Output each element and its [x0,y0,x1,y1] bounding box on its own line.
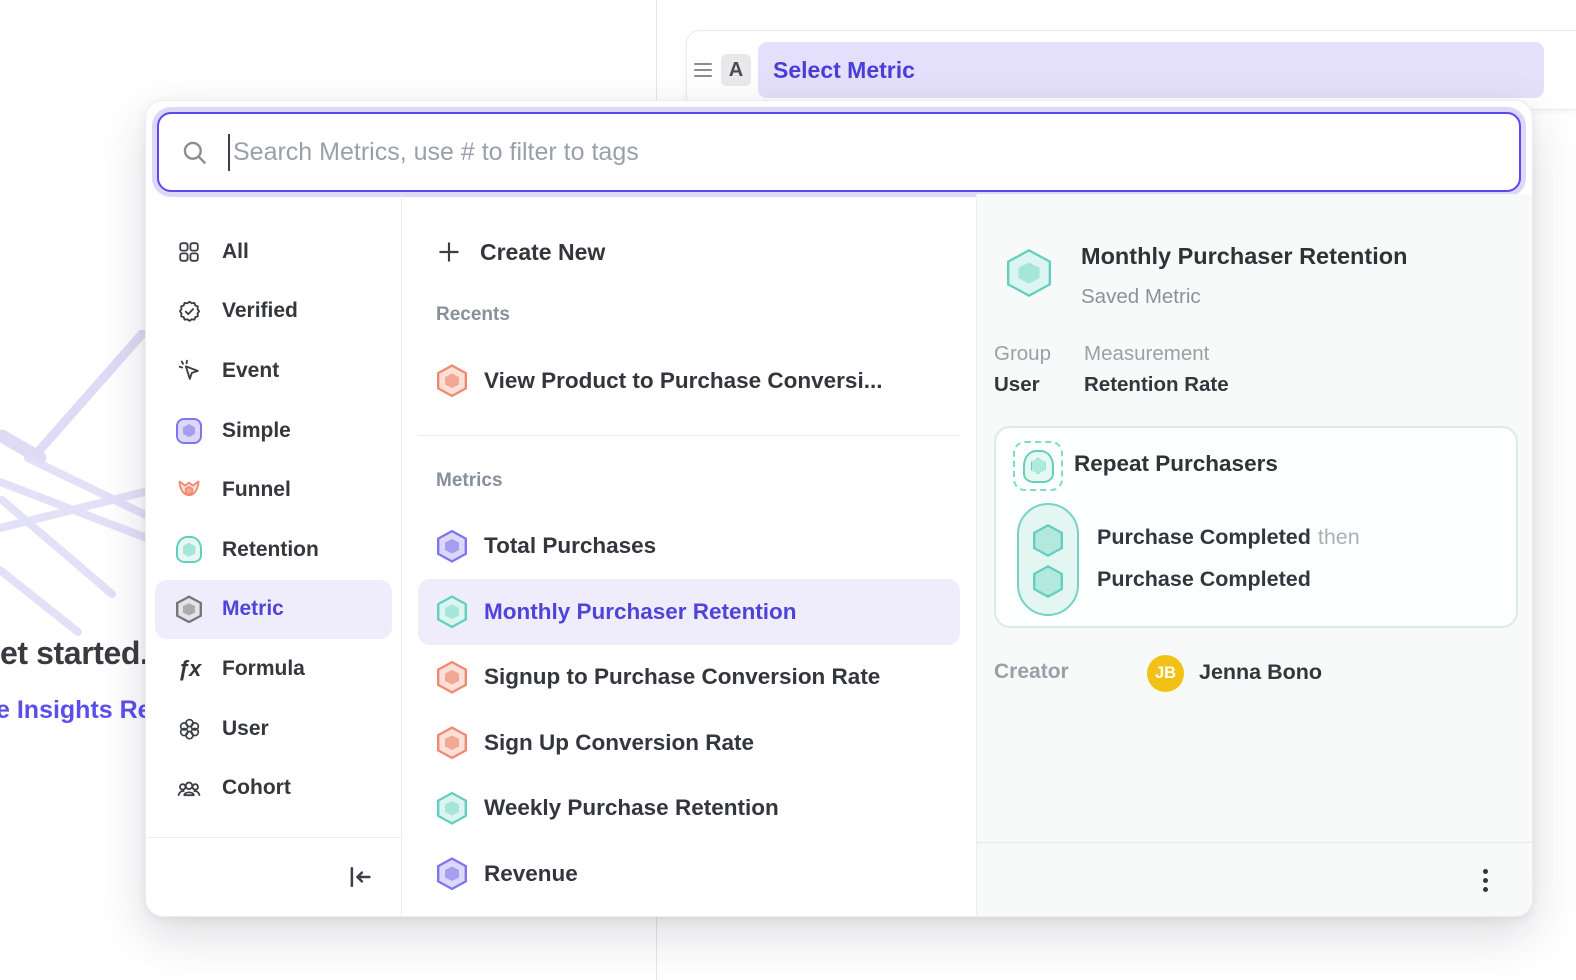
drag-handle-icon[interactable] [694,63,712,77]
sidebar-item-label: Event [222,359,279,383]
sidebar-item-event[interactable]: Event [155,341,392,401]
metric-label: Weekly Purchase Retention [484,795,779,821]
funnel-icon [176,477,202,503]
sidebar-item-label: All [222,240,249,264]
sidebar-item-formula[interactable]: ƒx Formula [155,639,392,699]
metric-list-item-selected[interactable]: Monthly Purchaser Retention [418,579,960,645]
verified-icon [176,298,202,324]
sidebar-item-retention[interactable]: Retention [155,520,392,580]
metric-list-item[interactable]: Revenue [418,841,960,907]
search-box [157,112,1521,192]
sidebar-item-all[interactable]: All [155,222,392,282]
retention-step-icon [1013,441,1063,491]
sidebar-footer [146,837,401,916]
detail-footer [977,842,1532,916]
sidebar-item-cohort[interactable]: Cohort [155,758,392,818]
series-letter-badge: A [721,54,751,86]
metric-label: Monthly Purchaser Retention [484,599,797,625]
create-new-label: Create New [480,239,605,266]
metric-label: Revenue [484,861,578,887]
user-icon [176,716,202,742]
creator-label: Creator [994,660,1069,684]
plus-icon [436,239,462,265]
search-icon [181,139,208,166]
metric-row-card: A Select Metric [686,30,1576,110]
section-divider [418,435,960,436]
recent-metric-item[interactable]: View Product to Purchase Conversi... [418,348,960,414]
sidebar-item-simple[interactable]: Simple [155,401,392,461]
hexagon-metric-icon [437,726,467,759]
metric-picker-modal: All Verified [145,100,1533,917]
event-sequence-pill [1017,503,1079,616]
creator-avatar: JB [1147,655,1184,692]
simple-icon [176,418,202,444]
then-connector: then [1318,525,1360,549]
measurement-label: Measurement [1084,342,1209,366]
filter-sidebar: All Verified [146,194,402,916]
sidebar-item-label: Verified [222,299,298,323]
sidebar-item-label: Funnel [222,478,291,502]
hexagon-metric-icon [437,857,467,890]
recent-metric-label: View Product to Purchase Conversi... [484,368,882,394]
metric-label: Total Purchases [484,533,656,559]
sidebar-item-metric[interactable]: Metric [155,580,392,640]
recents-section-label: Recents [436,298,976,332]
create-new-button[interactable]: Create New [418,222,960,282]
metric-list-item[interactable]: Sign Up Conversion Rate [418,710,960,776]
hexagon-metric-icon [437,792,467,825]
group-label: Group [994,342,1051,366]
metrics-section-label: Metrics [436,464,976,498]
creator-name: Jenna Bono [1199,660,1322,685]
background-heading-fragment: et started. [0,635,149,672]
metric-label: Sign Up Conversion Rate [484,730,754,756]
hexagon-metric-icon [437,364,467,397]
event-icon [176,358,202,384]
background-illustration [0,330,152,660]
hexagon-metric-icon-large [1007,249,1051,297]
sidebar-item-label: Formula [222,657,305,681]
sidebar-item-label: User [222,717,269,741]
sidebar-item-label: Simple [222,419,291,443]
search-input[interactable] [230,138,1497,167]
card-title: Repeat Purchasers [1074,451,1278,477]
hexagon-metric-icon [437,530,467,563]
retention-icon [176,537,202,563]
sidebar-item-user[interactable]: User [155,699,392,759]
sidebar-item-label: Cohort [222,776,291,800]
detail-subtitle: Saved Metric [1081,285,1201,309]
select-metric-button[interactable]: Select Metric [758,42,1544,98]
collapse-sidebar-icon[interactable] [345,862,375,892]
grid-icon [176,239,202,265]
cohort-icon [176,775,202,801]
sidebar-item-funnel[interactable]: Funnel [155,460,392,520]
metric-icon [176,596,202,622]
background-link-fragment[interactable]: e Insights Re [0,696,152,725]
metric-list-item[interactable]: Weekly Purchase Retention [418,776,960,842]
measurement-value: Retention Rate [1084,373,1229,397]
metric-list-item[interactable]: Total Purchases [418,514,960,580]
group-value: User [994,373,1040,397]
retention-definition-card: Repeat Purchasers Purchase Completedthen… [994,426,1518,628]
metric-detail-panel: Monthly Purchaser Retention Saved Metric… [977,194,1532,916]
sidebar-item-verified[interactable]: Verified [155,282,392,342]
hexagon-metric-icon [437,661,467,694]
more-options-icon[interactable] [1479,865,1492,896]
metric-list-column[interactable]: Create New Recents View Product to Purch… [402,194,977,916]
event-step-2: Purchase Completed [1097,567,1311,592]
hexagon-metric-icon [437,595,467,628]
sidebar-item-label: Metric [222,597,284,621]
detail-title: Monthly Purchaser Retention [1081,243,1407,270]
formula-icon: ƒx [176,656,202,682]
event-step-1: Purchase Completedthen [1097,525,1360,550]
metric-list-item[interactable]: Signup to Purchase Conversion Rate [418,645,960,711]
sidebar-item-label: Retention [222,538,319,562]
metric-label: Signup to Purchase Conversion Rate [484,664,880,690]
